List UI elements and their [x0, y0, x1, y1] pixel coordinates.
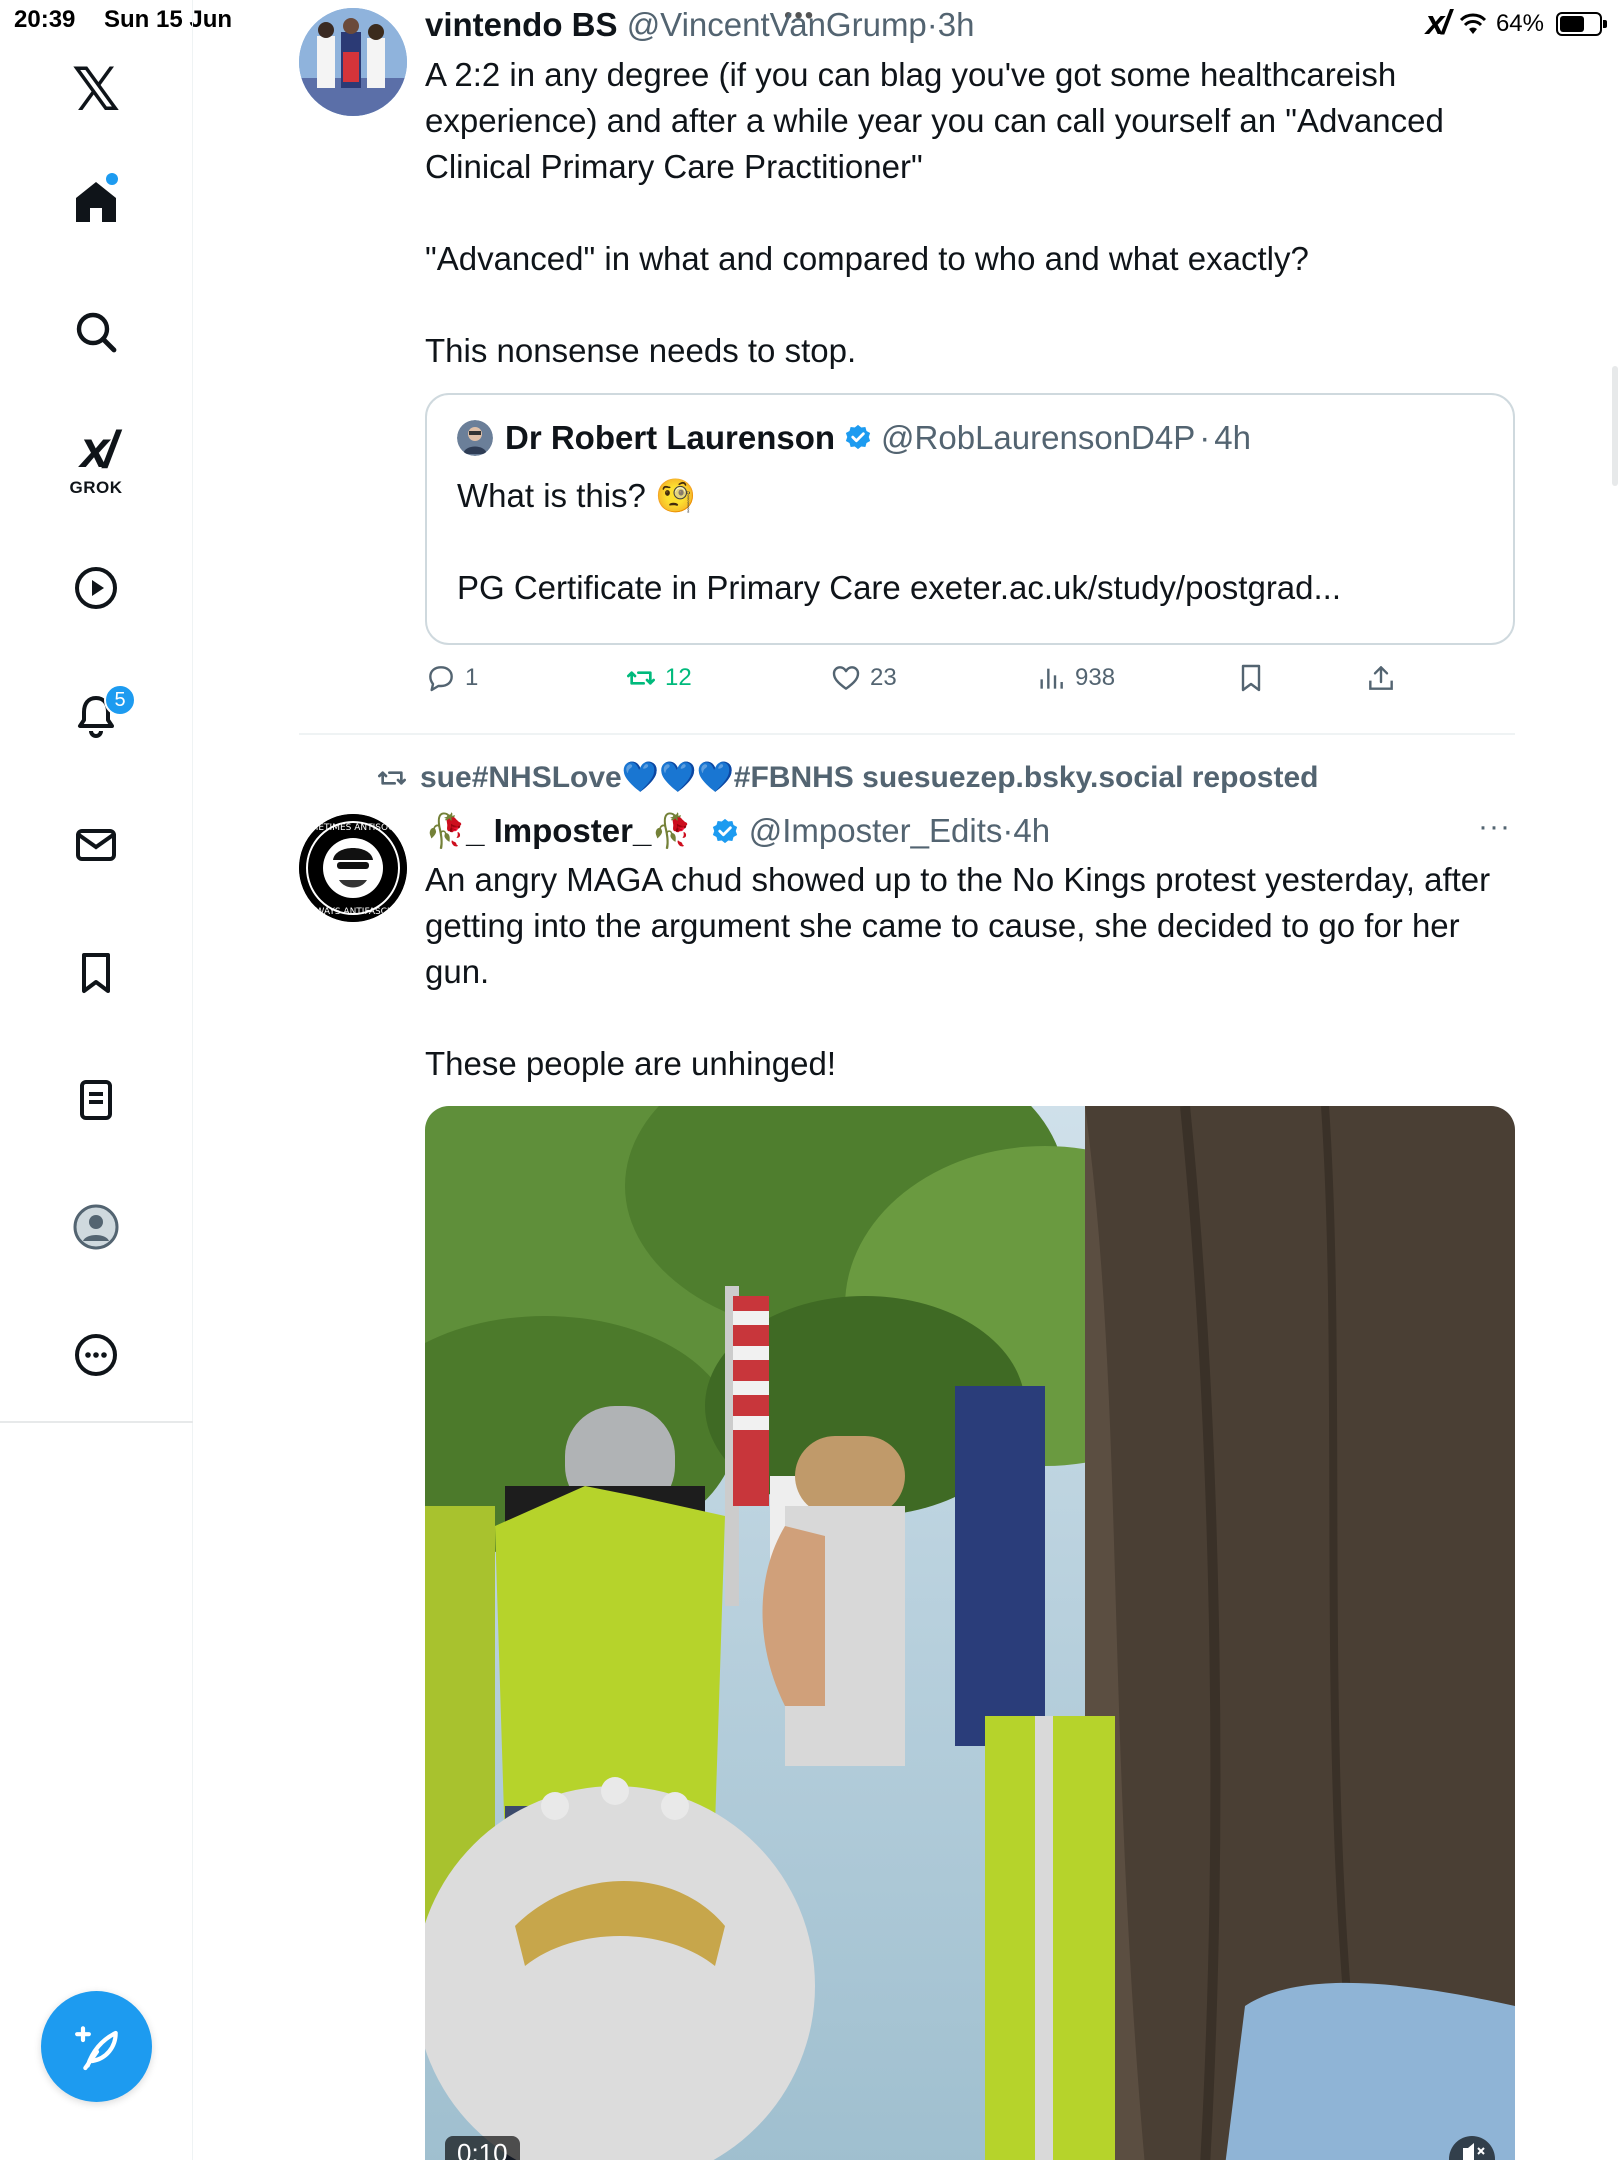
tweet-text: An angry MAGA chud showed up to the No K… [425, 861, 1491, 1082]
repost-context: sue#NHSLove💙💙💙#FBNHS suesuezep.bsky.soci… [376, 760, 1318, 795]
reply-count: 1 [465, 664, 479, 691]
reply-icon [429, 666, 453, 692]
video-frame [425, 1106, 1515, 2160]
home-unread-dot [106, 173, 118, 185]
mute-button[interactable] [1449, 2136, 1495, 2160]
svg-text:ALWAYS ANTIFASCIST: ALWAYS ANTIFASCIST [305, 907, 401, 917]
sidebar-item-grok[interactable]: x/ GROK [60, 424, 132, 498]
separator-dot: · [1002, 812, 1014, 849]
tweet-time[interactable]: 4h [1013, 812, 1050, 849]
repost-context-icon [378, 770, 406, 785]
share-button[interactable] [1365, 662, 1397, 694]
more-options-button[interactable]: ··· [1478, 810, 1511, 844]
status-right: x/ 64% [1425, 4, 1607, 43]
tweet-actions: 1 12 23 938 [425, 662, 1425, 708]
separator-dot: · [1199, 419, 1211, 456]
quote-author-handle[interactable]: @RobLaurensonD4P [881, 415, 1195, 461]
tweet-author-name[interactable]: vintendo BS [425, 6, 618, 43]
mail-icon [76, 829, 116, 861]
battery-icon [1556, 11, 1607, 36]
quote-author-name[interactable]: Dr Robert Laurenson [505, 415, 835, 461]
more-icon [75, 1334, 117, 1376]
sidebar-item-explore[interactable] [66, 302, 126, 362]
battery-percent: 64% [1495, 9, 1544, 37]
quote-text: What is this? 🧐 PG Certificate in Primar… [457, 477, 1342, 606]
tweet-text: A 2:2 in any degree (if you can blag you… [425, 56, 1444, 369]
home-icon [76, 182, 116, 222]
notification-badge: 5 [104, 684, 136, 716]
verified-badge-icon [712, 818, 737, 844]
sidebar-item-profile[interactable] [66, 1197, 126, 1257]
grok-icon: x/ [80, 421, 117, 479]
video-timecode: 0:10 [445, 2136, 520, 2160]
bookmark-icon [82, 953, 110, 993]
bookmark-button[interactable] [1235, 662, 1267, 694]
sidebar-item-bookmarks[interactable] [66, 943, 126, 1003]
compose-post-button[interactable] [41, 1991, 152, 2102]
share-icon [1369, 666, 1393, 690]
repost-icon [627, 671, 655, 685]
like-count: 23 [870, 664, 897, 691]
views-button[interactable]: 938 [1035, 662, 1115, 694]
avatar-icon [73, 1204, 119, 1250]
grok-label: GROK [69, 478, 123, 497]
sidebar-divider [0, 1421, 193, 1423]
feed-scrollbar[interactable] [1612, 366, 1618, 486]
sidebar-item-video[interactable] [66, 558, 126, 618]
separator-dot: · [926, 6, 938, 43]
sidebar: 𝕏 x/ GROK 5 [0, 0, 193, 2160]
x-logo[interactable]: 𝕏 [66, 60, 126, 120]
bookmark-icon [1241, 664, 1261, 692]
speaker-muted-icon [1463, 2143, 1485, 2160]
quote-author-avatar[interactable] [457, 420, 493, 456]
play-icon [75, 567, 117, 609]
tweet-author-avatar[interactable]: SOMETIMES ANTISOCIAL ALWAYS ANTIFASCIST [299, 814, 407, 922]
compose-feather-icon [74, 2025, 118, 2070]
tweet-author-handle[interactable]: @VincentVanGrump [627, 6, 927, 43]
verified-badge-icon [845, 424, 871, 450]
sidebar-item-lists[interactable] [66, 1070, 126, 1130]
tweet-author-handle[interactable]: @Imposter_Edits [749, 812, 1003, 849]
heart-icon [832, 666, 860, 690]
quote-tweet-card[interactable]: Dr Robert Laurenson @RobLaurensonD4P · 4h … [425, 393, 1515, 645]
reply-button[interactable]: 1 [425, 662, 478, 694]
quote-header: Dr Robert Laurenson @RobLaurensonD4P · 4h [457, 415, 1251, 461]
tweet-video[interactable]: 0:10 [425, 1106, 1515, 2160]
tweet-header: vintendo BS @VincentVanGrump·3h [425, 2, 975, 48]
sidebar-item-more[interactable] [66, 1325, 126, 1385]
wifi-icon [1459, 13, 1487, 34]
like-button[interactable]: 23 [830, 662, 897, 694]
repost-context-label[interactable]: sue#NHSLove💙💙💙#FBNHS suesuezep.bsky.soci… [420, 760, 1318, 795]
tweet-author-avatar[interactable] [299, 8, 407, 116]
list-icon [80, 1080, 112, 1120]
xai-icon: x/ [1425, 4, 1451, 42]
avatar-image [299, 8, 407, 116]
repost-count: 12 [665, 664, 692, 691]
search-icon [76, 312, 117, 353]
quote-time[interactable]: 4h [1214, 415, 1251, 461]
tweet-author-name[interactable]: 🥀_ Imposter_🥀 [425, 812, 692, 849]
repost-button[interactable]: 12 [625, 662, 692, 694]
svg-text:SOMETIMES ANTISOCIAL: SOMETIMES ANTISOCIAL [299, 823, 407, 833]
avatar-image: SOMETIMES ANTISOCIAL ALWAYS ANTIFASCIST [299, 814, 407, 922]
tweet-separator [299, 733, 1515, 735]
views-chart-icon [1040, 668, 1063, 689]
tweet-time[interactable]: 3h [938, 6, 975, 43]
tweet-header: 🥀_ Imposter_🥀 @Imposter_Edits·4h [425, 808, 1050, 854]
views-count: 938 [1075, 664, 1116, 691]
sidebar-item-messages[interactable] [66, 815, 126, 875]
